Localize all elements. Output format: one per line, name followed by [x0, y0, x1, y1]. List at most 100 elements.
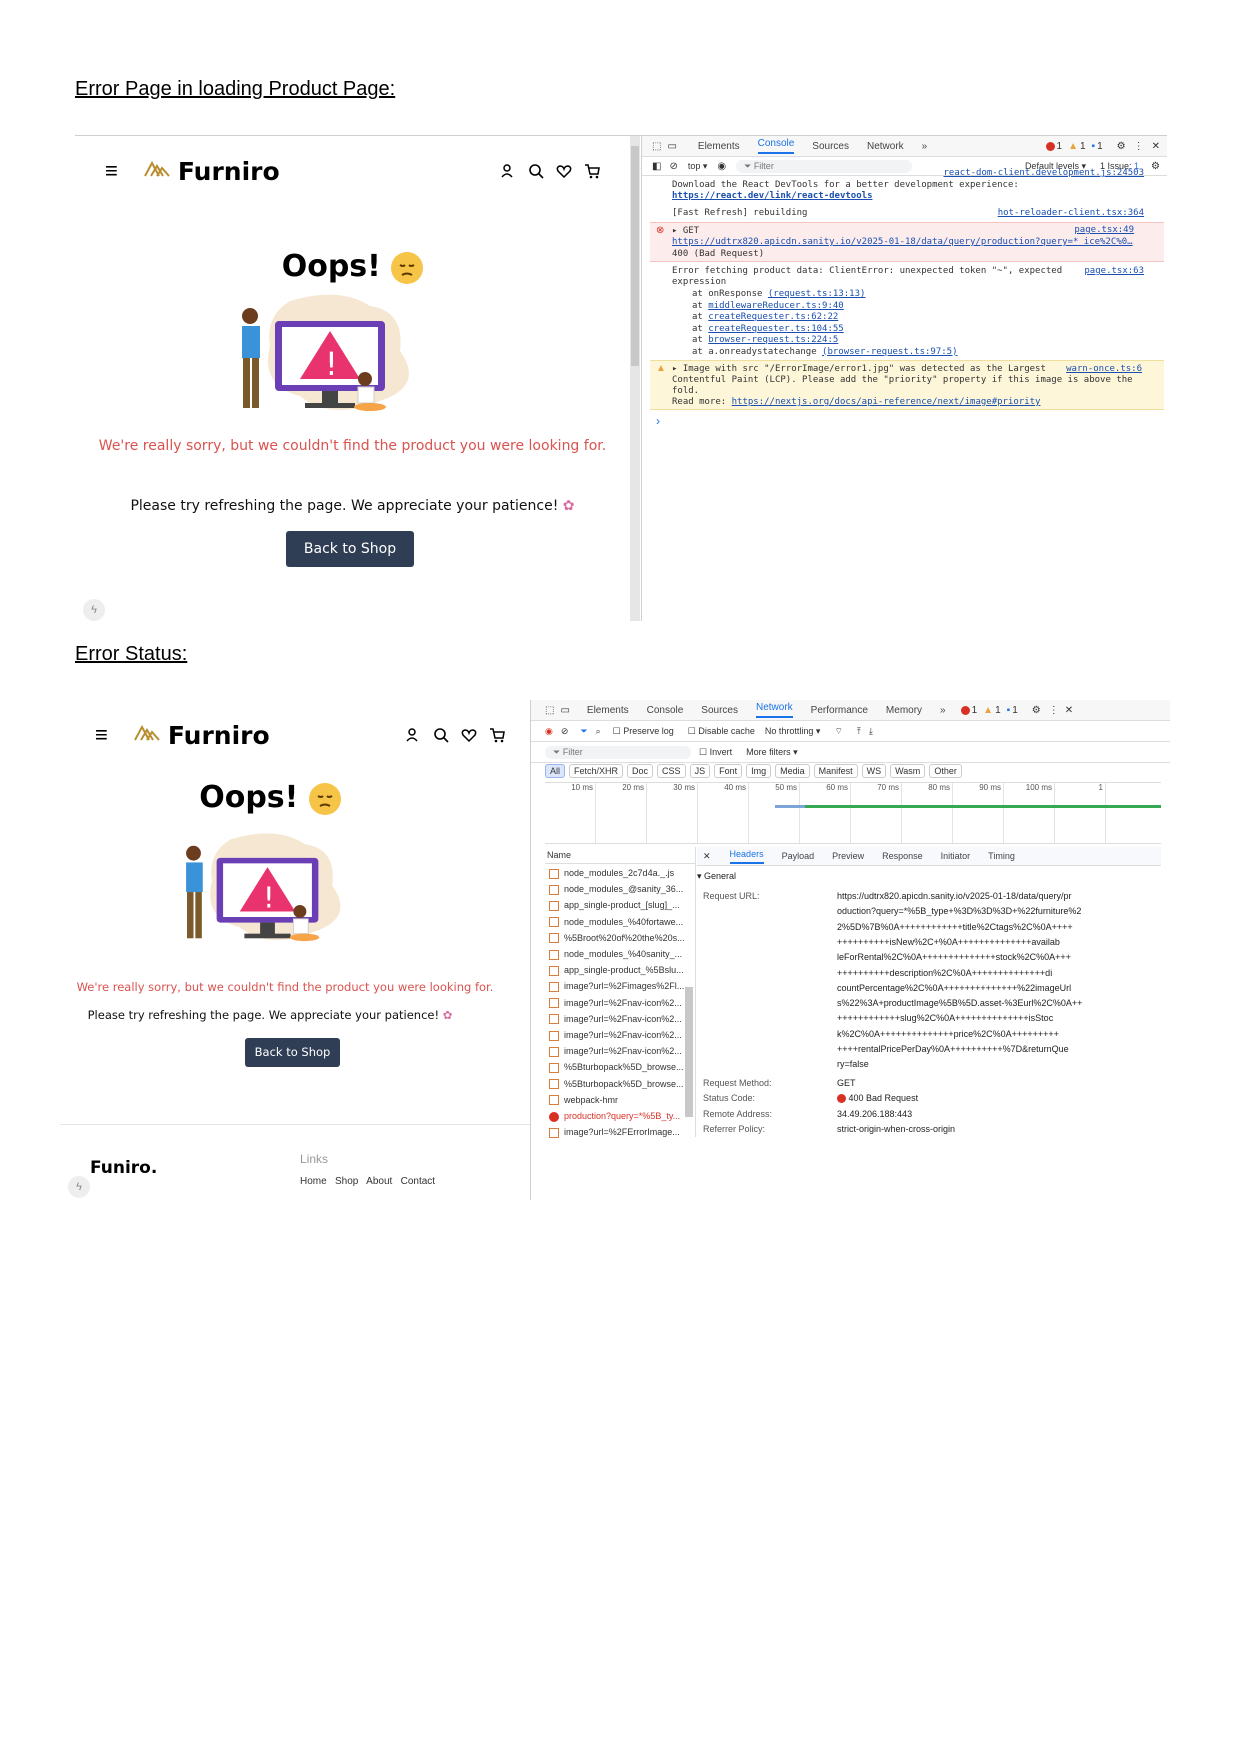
- devtools-link[interactable]: https://react.dev/link/react-devtools: [672, 191, 872, 201]
- type-filter-chip[interactable]: Manifest: [813, 764, 858, 778]
- sidebar-toggle-icon[interactable]: ◧: [652, 161, 661, 172]
- menu-icon[interactable]: ≡: [105, 158, 118, 184]
- stack-frame-source[interactable]: middlewareReducer.ts:9:40: [708, 301, 843, 311]
- inspect-icon[interactable]: ⬚: [652, 141, 661, 152]
- fast-refresh-source[interactable]: hot-reloader-client.tsx:364: [998, 208, 1144, 218]
- request-row[interactable]: app_single-product_%5Bslu...: [545, 965, 685, 976]
- cart-icon[interactable]: [584, 163, 600, 179]
- request-row[interactable]: node_modules_2c7d4a._.js: [545, 868, 685, 879]
- info-count[interactable]: ▪ 1: [1092, 141, 1103, 152]
- network-filter-input[interactable]: ⏷ Filter: [545, 745, 691, 759]
- warning-source-link[interactable]: warn-once.ts:6: [1066, 364, 1142, 374]
- user-icon[interactable]: [405, 727, 421, 743]
- error-count[interactable]: 1: [1045, 141, 1062, 152]
- request-row[interactable]: image?url=%2Fimages%2Fl...: [545, 981, 685, 993]
- tab-headers[interactable]: Headers: [729, 849, 764, 864]
- type-filter-chip[interactable]: All: [545, 764, 566, 778]
- request-row[interactable]: %5Bturbopack%5D_browse...: [545, 1079, 685, 1090]
- stack-frame-source[interactable]: browser-request.ts:224:5: [708, 335, 838, 345]
- warning-count-2[interactable]: ▲ 1: [983, 705, 1000, 716]
- type-filter-chip[interactable]: Doc: [627, 764, 654, 778]
- tab-timing[interactable]: Timing: [988, 851, 1015, 861]
- invert-checkbox[interactable]: ☐ Invert: [699, 747, 732, 758]
- console-settings-icon[interactable]: ⚙: [1151, 161, 1160, 172]
- request-row[interactable]: node_modules_%40sanity_...: [545, 949, 685, 960]
- brand-name[interactable]: Furniro: [178, 157, 280, 186]
- next-dev-indicator-icon[interactable]: ϟ: [83, 599, 105, 621]
- general-section-toggle[interactable]: ▾ General: [697, 871, 736, 882]
- type-filter-chip[interactable]: WS: [861, 764, 887, 778]
- tab-response[interactable]: Response: [882, 851, 923, 861]
- device-toggle-icon-2[interactable]: ▭: [560, 705, 569, 716]
- preserve-log-checkbox[interactable]: ☐ Preserve log: [613, 726, 674, 737]
- read-more-link[interactable]: https://nextjs.org/docs/api-reference/ne…: [732, 397, 1041, 407]
- get-source-link[interactable]: page.tsx:49: [1074, 225, 1134, 235]
- upload-icon[interactable]: ⤒: [857, 726, 861, 737]
- type-filter-chip[interactable]: Other: [929, 764, 962, 778]
- tab-performance[interactable]: Performance: [811, 705, 868, 716]
- kebab-menu-icon-2[interactable]: ⋮: [1049, 705, 1059, 716]
- tab-console-2[interactable]: Console: [647, 705, 684, 716]
- download-icon[interactable]: ⤓: [869, 726, 873, 737]
- search-icon[interactable]: [433, 727, 449, 743]
- type-filter-chip[interactable]: Font: [714, 764, 743, 778]
- disable-cache-checkbox[interactable]: ☐ Disable cache: [688, 726, 755, 737]
- request-row[interactable]: %5Bturbopack%5D_browse...: [545, 1062, 685, 1074]
- back-to-shop-button[interactable]: Back to Shop: [286, 531, 414, 567]
- type-filter-chip[interactable]: Img: [746, 764, 772, 778]
- request-row[interactable]: app_single-product_[slug]_...: [545, 900, 685, 912]
- tab-elements[interactable]: Elements: [698, 141, 740, 152]
- clear-console-icon[interactable]: ⊘: [669, 161, 677, 172]
- tab-payload[interactable]: Payload: [782, 851, 815, 861]
- clear-icon[interactable]: ⊘: [561, 726, 569, 737]
- menu-icon-2[interactable]: ≡: [95, 722, 108, 748]
- tab-memory[interactable]: Memory: [886, 705, 922, 716]
- cart-icon[interactable]: [489, 727, 505, 743]
- kebab-menu-icon[interactable]: ⋮: [1134, 141, 1144, 152]
- request-row[interactable]: image?url=%2Fnav-icon%2...: [545, 1014, 685, 1025]
- request-row[interactable]: webpack-hmr: [545, 1095, 685, 1106]
- close-icon[interactable]: ✕: [1152, 141, 1160, 152]
- page-scrollbar-thumb[interactable]: [631, 146, 639, 366]
- error-count-2[interactable]: 1: [960, 705, 977, 716]
- console-filter-input[interactable]: ⏷ Filter: [736, 159, 913, 173]
- get-url-link[interactable]: https://udtrx820.apicdn.sanity.io/v2025-…: [672, 237, 1133, 247]
- tab-preview[interactable]: Preview: [832, 851, 864, 861]
- heart-icon[interactable]: [556, 163, 572, 179]
- request-list-scrollbar[interactable]: [685, 987, 693, 1117]
- type-filter-chip[interactable]: Wasm: [890, 764, 926, 778]
- tab-sources-2[interactable]: Sources: [701, 705, 738, 716]
- settings-icon[interactable]: ⚙: [1117, 141, 1126, 152]
- brand-name-2[interactable]: Furniro: [168, 721, 270, 750]
- info-count-2[interactable]: ▪ 1: [1007, 705, 1018, 716]
- type-filter-chip[interactable]: Media: [775, 764, 810, 778]
- request-row[interactable]: image?url=%2Fnav-icon%2...: [545, 998, 685, 1009]
- request-row[interactable]: node_modules_@sanity_36...: [545, 884, 685, 895]
- live-expression-icon[interactable]: ◉: [717, 161, 726, 172]
- stack-frame-source[interactable]: createRequester.ts:104:55: [708, 324, 843, 334]
- request-row[interactable]: production?query=*%5B_ty...: [545, 1111, 685, 1122]
- request-row[interactable]: image?url=%2FErrorImage...: [545, 1127, 685, 1138]
- tab-network-2[interactable]: Network: [755, 702, 793, 718]
- fetch-error-source[interactable]: page.tsx:63: [1084, 266, 1144, 276]
- search-network-icon[interactable]: ⌕: [596, 726, 601, 737]
- type-filter-chip[interactable]: JS: [689, 764, 711, 778]
- request-row[interactable]: node_modules_%40fortawe...: [545, 917, 685, 928]
- search-icon[interactable]: [528, 163, 544, 179]
- close-detail-icon[interactable]: ✕: [703, 851, 711, 862]
- tab-more[interactable]: »: [922, 141, 928, 152]
- user-icon[interactable]: [500, 163, 516, 179]
- stack-frame-source[interactable]: (request.ts:13:13): [768, 289, 866, 299]
- record-icon[interactable]: ◉: [545, 726, 553, 737]
- tab-sources[interactable]: Sources: [812, 141, 849, 152]
- tab-initiator[interactable]: Initiator: [941, 851, 971, 861]
- name-column-header[interactable]: Name: [545, 847, 695, 864]
- device-toggle-icon[interactable]: ▭: [667, 141, 676, 152]
- warning-count[interactable]: ▲ 1: [1068, 141, 1085, 152]
- settings-icon-2[interactable]: ⚙: [1032, 705, 1041, 716]
- tab-elements-2[interactable]: Elements: [587, 705, 629, 716]
- stack-frame-source[interactable]: (browser-request.ts:97:5): [822, 347, 957, 357]
- filter-toggle-icon[interactable]: ⏷: [580, 726, 587, 737]
- request-row[interactable]: image?url=%2Fnav-icon%2...: [545, 1030, 685, 1041]
- next-dev-indicator-icon-2[interactable]: ϟ: [68, 1176, 90, 1198]
